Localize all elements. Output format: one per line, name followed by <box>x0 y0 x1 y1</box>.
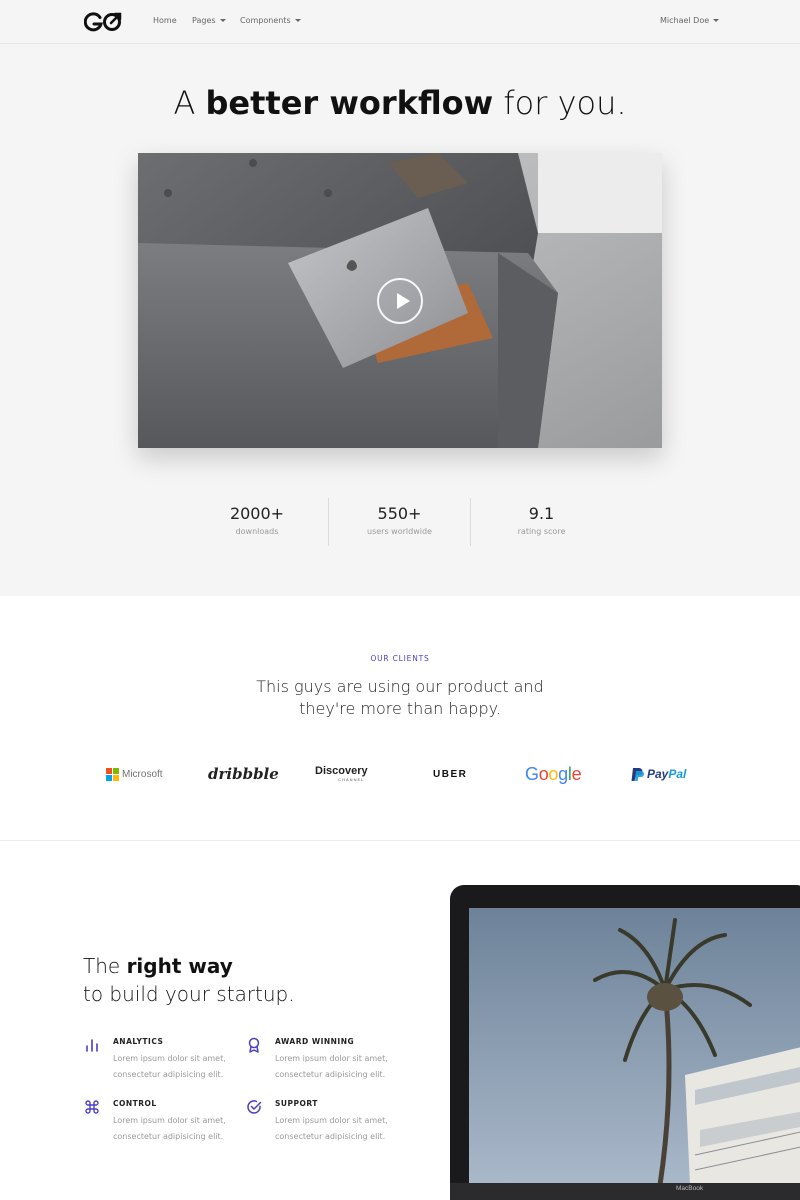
nav-pages-dropdown[interactable]: Pages <box>192 16 226 25</box>
nav-home-link[interactable]: Home <box>153 16 177 25</box>
client-logos: Microsoft dribbble Discovery CHANNEL UBE… <box>0 760 800 788</box>
stat-label: downloads <box>235 527 279 536</box>
play-button[interactable] <box>377 278 423 324</box>
hero-video[interactable] <box>138 153 662 448</box>
hero-section: A better workflow for you. 2000+ downloa… <box>0 44 800 596</box>
microsoft-logo-text: Microsoft <box>122 768 163 780</box>
clients-title: This guys are using our product and they… <box>0 676 800 720</box>
macbook-image: MacBook <box>450 885 800 1200</box>
hero-title-pre: A <box>173 84 206 122</box>
feature-name: ANALYTICS <box>113 1037 164 1046</box>
macbook-label: MacBook <box>676 1185 704 1192</box>
feature-desc: Lorem ipsum dolor sit amet, consectetur … <box>113 1116 226 1141</box>
stat-value: 550+ <box>377 504 422 523</box>
uber-logo: UBER <box>433 760 467 788</box>
features-title: The right way to build your startup. <box>83 952 295 1008</box>
features-title-bold: right way <box>126 954 233 978</box>
discovery-logo-text: Discovery <box>315 765 368 777</box>
nav-components-label: Components <box>240 16 291 25</box>
discovery-logo-subtext: CHANNEL <box>338 777 365 782</box>
user-name: Michael Doe <box>660 16 710 25</box>
features-title-line2: to build your startup. <box>83 982 295 1006</box>
chevron-down-icon <box>713 19 720 22</box>
feature-name: CONTROL <box>113 1099 157 1108</box>
chevron-down-icon <box>219 19 226 22</box>
hero-title-post: for you. <box>493 84 627 122</box>
clients-eyebrow: OUR CLIENTS <box>370 654 430 663</box>
feature-desc: Lorem ipsum dolor sit amet, consectetur … <box>275 1054 388 1079</box>
features-title-pre: The <box>83 954 127 978</box>
clients-title-line2: they're more than happy. <box>299 699 501 718</box>
macbook-mockup: MacBook <box>450 885 800 1200</box>
paypal-logo: PayPal <box>630 760 686 788</box>
paypal-logo-text: PayPal <box>647 767 687 781</box>
hero-title: A better workflow for you. <box>0 84 800 122</box>
feature-name: SUPPORT <box>275 1099 318 1108</box>
dribbble-logo: dribbble <box>208 760 279 788</box>
user-menu-dropdown[interactable]: Michael Doe <box>660 16 720 25</box>
feature-desc: Lorem ipsum dolor sit amet, consectetur … <box>113 1054 226 1079</box>
dribbble-logo-text: dribbble <box>208 765 279 783</box>
stats-row: 2000+ downloads 550+ users worldwide 9.1… <box>186 498 614 546</box>
feature-name: AWARD WINNING <box>275 1037 355 1046</box>
feature-desc: Lorem ipsum dolor sit amet, consectetur … <box>275 1116 388 1141</box>
award-icon <box>248 1037 260 1053</box>
brand-logo[interactable] <box>84 11 122 33</box>
features-title-line1: The right way <box>83 952 295 980</box>
chevron-down-icon <box>294 19 301 22</box>
google-logo-text: Google <box>525 763 582 784</box>
clients-section: OUR CLIENTS This guys are using our prod… <box>0 596 800 841</box>
stat-label: users worldwide <box>367 527 432 536</box>
command-icon <box>85 1100 99 1114</box>
stat-label: rating score <box>517 527 566 536</box>
google-logo: Google <box>525 760 582 788</box>
stat-users: 550+ users worldwide <box>328 498 470 546</box>
stat-value: 9.1 <box>528 504 555 523</box>
navbar: Home Pages Components Michael Doe <box>0 0 800 44</box>
stat-value: 2000+ <box>229 504 285 523</box>
discovery-logo: Discovery CHANNEL <box>315 760 368 788</box>
stat-downloads: 2000+ downloads <box>186 498 328 546</box>
nav-pages-label: Pages <box>192 16 216 25</box>
bar-chart-icon <box>86 1039 98 1052</box>
nav-components-dropdown[interactable]: Components <box>240 16 301 25</box>
go-logo-icon <box>84 12 122 32</box>
uber-logo-text: UBER <box>433 768 468 780</box>
microsoft-windows-icon <box>106 767 119 781</box>
stat-rating: 9.1 rating score <box>470 498 612 546</box>
check-circle-icon <box>247 1100 262 1114</box>
paypal-p-icon <box>631 767 644 781</box>
clients-title-line1: This guys are using our product and <box>256 677 544 696</box>
hero-title-bold: better workflow <box>205 84 494 122</box>
microsoft-logo: Microsoft <box>106 760 163 788</box>
features-section: The right way to build your startup. ANA… <box>0 842 800 1200</box>
